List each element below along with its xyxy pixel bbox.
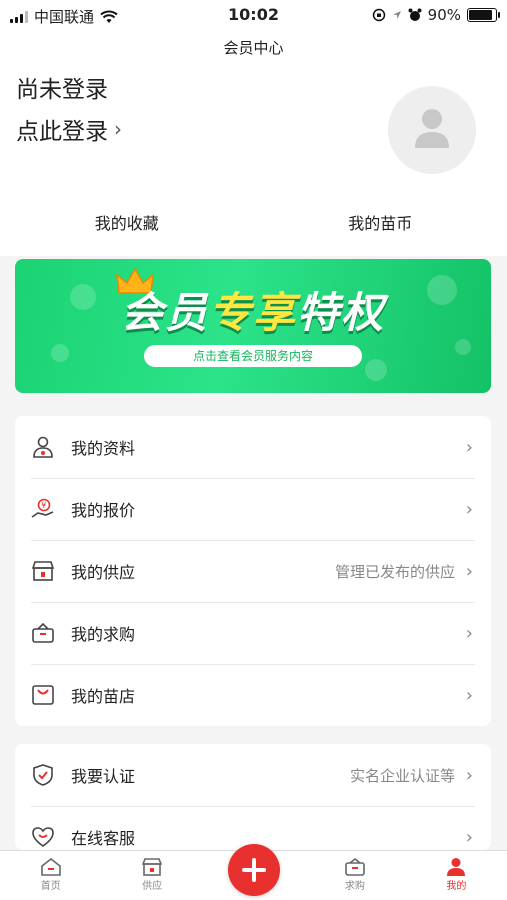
menu-my-quotes[interactable]: ¥ 我的报价 › (15, 478, 491, 540)
banner-title-part2: 专享 (208, 288, 297, 337)
banner-subtitle: 点击查看会员服务内容 (144, 345, 362, 367)
supply-store-icon (141, 858, 163, 876)
location-icon (392, 11, 401, 19)
home-icon (40, 857, 61, 876)
menu-card-service: 我要认证 实名企业认证等 › 在线客服 › (15, 744, 491, 850)
shield-check-icon (31, 763, 55, 787)
chevron-right-icon: › (465, 622, 473, 644)
menu-my-supply[interactable]: 我的供应 管理已发布的供应 › (15, 540, 491, 602)
menu-label: 我的求购 (71, 625, 136, 644)
alarm-icon (408, 8, 422, 21)
profile-section: 尚未登录 点此登录 › 我的收藏 我的苗币 (0, 66, 507, 256)
menu-label: 我的报价 (71, 501, 136, 520)
chevron-right-icon: › (465, 436, 473, 458)
customer-service-icon (31, 825, 55, 849)
user-profile-icon (31, 435, 55, 459)
quick-links: 我的收藏 我的苗币 (0, 210, 507, 234)
orientation-lock-icon (372, 8, 385, 22)
tab-label: 求购 (344, 881, 365, 892)
chevron-right-icon: › (465, 560, 473, 582)
menu-verification[interactable]: 我要认证 实名企业认证等 › (15, 744, 491, 806)
tab-supply[interactable]: 供应 (101, 851, 202, 900)
menu-my-shop[interactable]: 我的苗店 › (15, 664, 491, 726)
purchase-basket-icon (345, 857, 365, 876)
menu-label: 我的供应 (71, 563, 136, 582)
default-avatar-icon (415, 109, 449, 148)
battery-percent: 90% (427, 6, 461, 24)
status-bar: 中国联通 10:02 90% (0, 0, 507, 30)
avatar[interactable] (388, 86, 476, 174)
status-right: 90% (372, 6, 500, 24)
seedling-coins-link[interactable]: 我的苗币 (254, 210, 507, 234)
login-link-label: 点此登录 (16, 119, 108, 145)
menu-card-main: 我的资料 › ¥ 我的报价 › 我的供应 管理已发布的供应 › 我的求购 › 我… (15, 416, 491, 726)
basket-icon (31, 621, 55, 645)
publish-plus-button[interactable] (228, 844, 280, 896)
tab-mine[interactable]: 我的 (406, 851, 507, 900)
menu-label: 我要认证 (71, 767, 136, 786)
chevron-right-icon: › (465, 764, 473, 786)
menu-label: 我的苗店 (71, 687, 136, 706)
banner-title: 会员专享特权 (15, 279, 491, 340)
quote-hand-icon: ¥ (31, 497, 55, 521)
menu-label: 在线客服 (71, 829, 136, 848)
chevron-right-icon: › (465, 498, 473, 520)
tab-label: 供应 (142, 881, 163, 892)
tab-label: 我的 (446, 881, 467, 892)
menu-label: 我的资料 (71, 439, 136, 458)
svg-text:¥: ¥ (41, 501, 46, 510)
banner-title-part3: 特权 (297, 288, 386, 337)
tab-home[interactable]: 首页 (0, 851, 101, 900)
chevron-right-icon: › (465, 826, 473, 848)
favorites-link[interactable]: 我的收藏 (0, 210, 254, 234)
chevron-right-icon: › (465, 684, 473, 706)
tab-purchase[interactable]: 求购 (304, 851, 405, 900)
menu-hint: 管理已发布的供应 (334, 562, 455, 581)
tab-label: 首页 (40, 881, 61, 892)
shop-bag-icon (31, 683, 55, 707)
page-title: 会员中心 (0, 30, 507, 66)
store-icon (31, 559, 55, 583)
menu-my-purchase[interactable]: 我的求购 › (15, 602, 491, 664)
login-status-text: 尚未登录 (16, 77, 108, 103)
chevron-right-icon: › (114, 117, 122, 141)
banner-title-part1: 会员 (120, 288, 209, 337)
membership-banner[interactable]: 会员专享特权 点击查看会员服务内容 (15, 259, 491, 393)
menu-hint: 实名企业认证等 (349, 766, 455, 785)
login-link[interactable]: 点此登录 › (16, 112, 122, 146)
person-icon (447, 858, 466, 876)
menu-my-profile[interactable]: 我的资料 › (15, 416, 491, 478)
battery-icon (467, 8, 500, 22)
